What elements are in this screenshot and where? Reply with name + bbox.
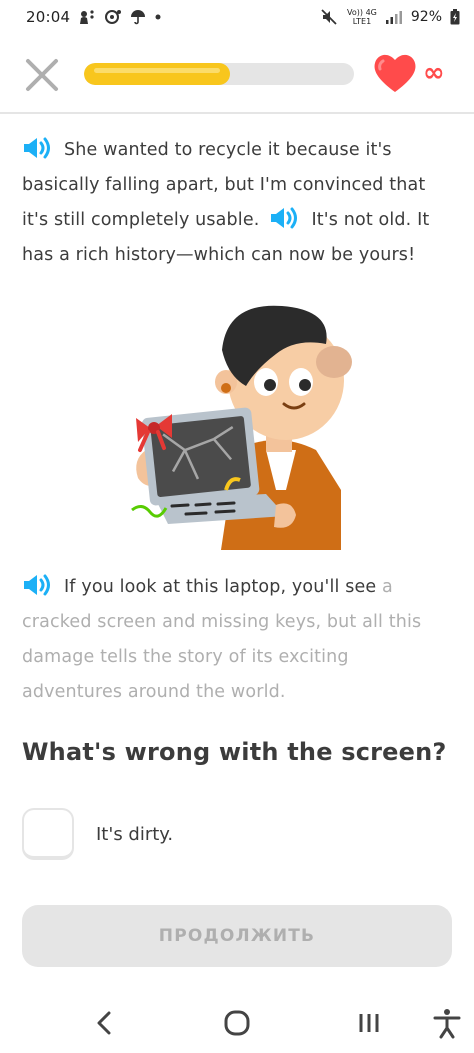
story-paragraph-2: If you look at this laptop, you'll see a…: [22, 570, 452, 710]
answer-checkbox[interactable]: [22, 808, 74, 860]
status-bar: 20:04 Vo)) 4G LTE1 92%: [0, 0, 474, 34]
accessibility-icon: [433, 1009, 461, 1039]
status-left: 20:04: [26, 8, 162, 26]
network-indicator: Vo)) 4G LTE1: [347, 8, 377, 26]
notification-icon: [78, 9, 96, 25]
dot-icon: [154, 13, 162, 21]
close-icon: [26, 59, 58, 91]
speaker-button-inline[interactable]: [269, 206, 301, 230]
hearts-count: ∞: [423, 58, 445, 88]
lesson-progress-bar: [84, 63, 354, 85]
answer-option-label: It's dirty.: [96, 823, 174, 845]
status-time: 20:04: [26, 8, 71, 26]
lesson-progress-fill: [84, 63, 230, 85]
nav-accessibility-button[interactable]: [430, 1006, 464, 1040]
speaker-button[interactable]: [22, 136, 54, 160]
signal-icon: [385, 9, 403, 25]
network-bottom-label: LTE1: [352, 17, 372, 26]
close-button[interactable]: [22, 55, 62, 95]
chat-icon: [104, 9, 122, 25]
speaker-icon: [24, 137, 50, 159]
nav-back-button[interactable]: [88, 1006, 122, 1040]
speaker-icon: [24, 574, 50, 596]
system-navigation-bar: [0, 990, 474, 1053]
character-illustration: [126, 300, 366, 550]
nav-recents-button[interactable]: [352, 1006, 386, 1040]
lesson-header: ∞: [0, 44, 474, 114]
speaker-button-2[interactable]: [22, 573, 54, 597]
speaker-icon: [271, 207, 298, 229]
story-paragraph-1: She wanted to recycle it because it's ba…: [22, 133, 452, 273]
battery-icon: [450, 9, 460, 25]
answer-option[interactable]: It's dirty.: [22, 808, 452, 860]
battery-percent: 92%: [410, 9, 442, 25]
character-with-laptop-image: [131, 305, 352, 550]
story-line-3: If you look at this laptop, you'll see: [64, 577, 377, 597]
umbrella-icon: [130, 9, 146, 25]
nav-home-button[interactable]: [220, 1006, 254, 1040]
back-icon: [97, 1011, 111, 1035]
question-title: What's wrong with the screen?: [22, 738, 447, 766]
status-right: Vo)) 4G LTE1 92%: [321, 8, 460, 26]
hearts-indicator[interactable]: [372, 52, 418, 94]
recents-icon: [359, 1014, 379, 1032]
continue-button[interactable]: ПРОДОЛЖИТЬ: [22, 905, 452, 967]
mute-icon: [321, 9, 339, 25]
home-icon: [224, 1010, 250, 1036]
heart-icon: [374, 54, 416, 92]
network-top-label: Vo)) 4G: [347, 8, 377, 17]
